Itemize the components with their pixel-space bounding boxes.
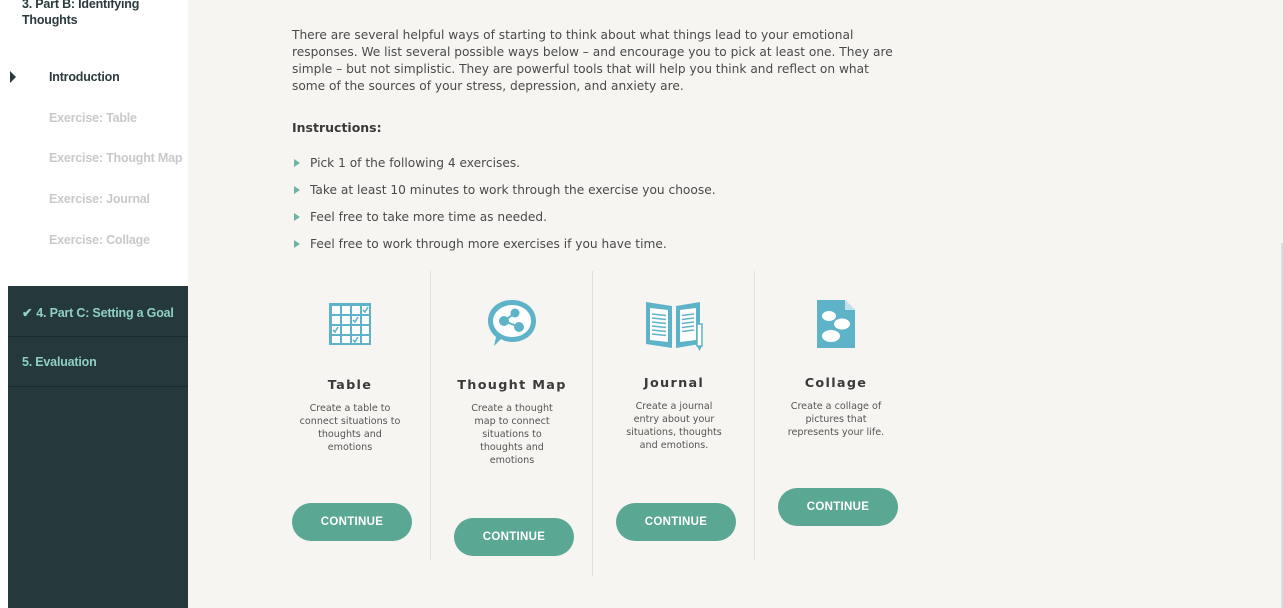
card-description: Create a table to connect situations to … bbox=[299, 403, 401, 453]
sidebar-item-exercise-thought-map[interactable]: Exercise: Thought Map bbox=[49, 151, 183, 165]
thought-map-icon bbox=[488, 300, 536, 346]
card-description: Create a collage of pictures that repres… bbox=[787, 401, 885, 438]
collage-icon bbox=[817, 300, 855, 348]
table-icon bbox=[329, 303, 371, 345]
sidebar-item-exercise-journal[interactable]: Exercise: Journal bbox=[49, 192, 150, 206]
card-title: Table bbox=[327, 378, 373, 393]
sidebar-item-exercise-collage[interactable]: Exercise: Collage bbox=[49, 233, 150, 247]
sidebar-item-label: 5. Evaluation bbox=[22, 355, 97, 369]
exercise-card-table: Table Create a table to connect situatio… bbox=[269, 271, 431, 454]
exercise-card-collage: Collage Create a collage of pictures tha… bbox=[755, 271, 917, 439]
continue-button-thought-map[interactable]: CONTINUE bbox=[454, 518, 574, 556]
sidebar-dark-panel bbox=[8, 286, 188, 608]
intro-paragraph: There are several helpful ways of starti… bbox=[292, 28, 893, 93]
exercise-card-journal: Journal Create a journal entry about you… bbox=[593, 271, 755, 452]
sidebar-item-exercise-table[interactable]: Exercise: Table bbox=[49, 111, 137, 125]
arrow-bullet-icon bbox=[294, 159, 300, 167]
active-item-marker-icon bbox=[10, 71, 16, 83]
sidebar-item-evaluation[interactable]: 5. Evaluation bbox=[8, 355, 188, 369]
card-description: Create a journal entry about your situat… bbox=[626, 401, 722, 451]
list-item: Take at least 10 minutes to work through… bbox=[292, 181, 716, 208]
continue-button-table[interactable]: CONTINUE bbox=[292, 503, 412, 541]
sidebar-item-part-c[interactable]: ✔ 4. Part C: Setting a Goal bbox=[8, 305, 188, 320]
arrow-bullet-icon bbox=[294, 240, 300, 248]
continue-button-collage[interactable]: CONTINUE bbox=[778, 488, 898, 526]
check-icon: ✔ bbox=[22, 306, 33, 320]
continue-button-journal[interactable]: CONTINUE bbox=[616, 503, 736, 541]
list-item: Feel free to take more time as needed. bbox=[292, 208, 716, 235]
main-content: There are several helpful ways of starti… bbox=[188, 0, 1283, 608]
sidebar-strip bbox=[0, 0, 8, 608]
sidebar-item-introduction[interactable]: Introduction bbox=[49, 70, 120, 84]
card-title: Journal bbox=[643, 376, 705, 391]
card-description: Create a thought map to connect situatio… bbox=[471, 403, 553, 466]
card-title: Thought Map bbox=[457, 378, 567, 393]
sidebar-divider bbox=[8, 386, 188, 387]
sidebar: 3. Part B: Identifying Thoughts Introduc… bbox=[0, 0, 188, 608]
exercise-card-thought-map: Thought Map Create a thought map to conn… bbox=[431, 271, 593, 467]
sidebar-section-title[interactable]: 3. Part B: Identifying Thoughts bbox=[22, 0, 182, 28]
arrow-bullet-icon bbox=[294, 186, 300, 194]
list-item: Feel free to work through more exercises… bbox=[292, 235, 716, 262]
instructions-heading: Instructions: bbox=[292, 120, 382, 135]
instructions-list: Pick 1 of the following 4 exercises. Tak… bbox=[292, 154, 716, 262]
sidebar-divider bbox=[8, 336, 188, 337]
sidebar-item-label: 4. Part C: Setting a Goal bbox=[36, 306, 174, 320]
list-item: Pick 1 of the following 4 exercises. bbox=[292, 154, 716, 181]
card-title: Collage bbox=[804, 376, 868, 391]
arrow-bullet-icon bbox=[294, 213, 300, 221]
journal-icon bbox=[646, 302, 703, 351]
